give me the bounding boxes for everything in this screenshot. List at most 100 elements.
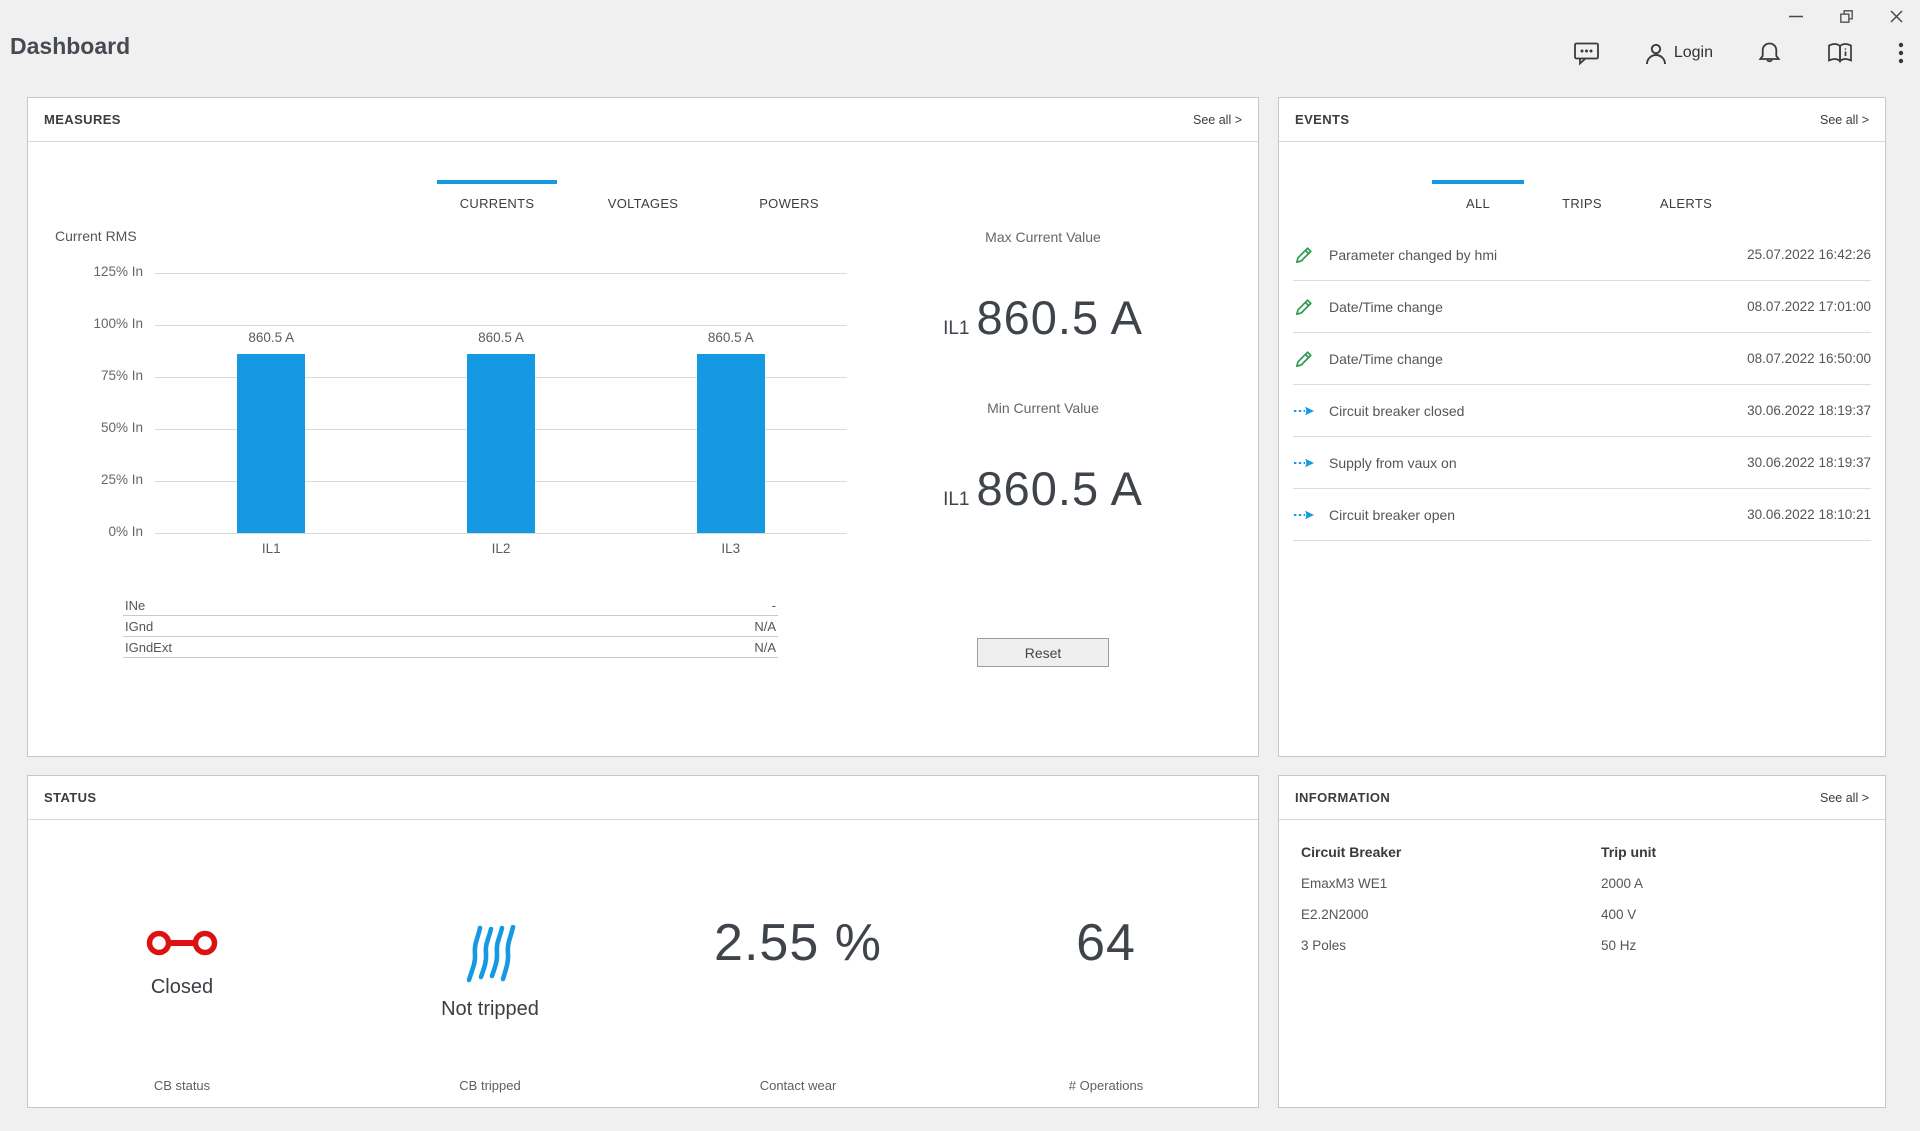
chat-bubble-icon[interactable] xyxy=(1573,40,1600,66)
information-panel: INFORMATION See all > Circuit Breaker Em… xyxy=(1278,775,1886,1108)
cb-status-label: CB status xyxy=(28,1078,336,1093)
window-controls xyxy=(1786,6,1906,26)
max-min-block: Max Current Value IL1 860.5 A Min Curren… xyxy=(848,98,1238,756)
action-icons: Login xyxy=(1573,40,1904,66)
chart-gridline xyxy=(155,273,847,274)
chart-bar-il3 xyxy=(697,354,765,533)
tab-powers[interactable]: POWERS xyxy=(729,180,849,211)
event-row[interactable]: Circuit breaker open 30.06.2022 18:10:21 xyxy=(1293,489,1871,541)
status-contact-wear: 2.55 % Contact wear xyxy=(644,820,952,1107)
row-label: IGndExt xyxy=(125,640,172,655)
status-body: Closed CB status Not tripped xyxy=(28,820,1258,1107)
reset-button[interactable]: Reset xyxy=(977,638,1109,667)
status-value-zone: Closed xyxy=(28,925,336,999)
measures-panel: MEASURES See all > CURRENTS VOLTAGES POW… xyxy=(27,97,1259,757)
chart-ytick-label: 0% In xyxy=(55,524,143,539)
minimize-icon[interactable] xyxy=(1786,6,1806,26)
dashed-arrow-icon xyxy=(1293,404,1319,418)
neutral-currents-table: INe - IGnd N/A IGndExt N/A xyxy=(123,595,778,658)
events-list: Parameter changed by hmi 25.07.2022 16:4… xyxy=(1293,229,1871,541)
min-phase: IL1 xyxy=(943,489,969,511)
kebab-menu-icon[interactable] xyxy=(1898,42,1904,64)
chart-category-label: IL2 xyxy=(436,541,566,556)
event-text: Circuit breaker closed xyxy=(1329,403,1464,419)
event-timestamp: 30.06.2022 18:19:37 xyxy=(1747,455,1871,470)
table-row: IGnd N/A xyxy=(123,616,778,637)
chart-gridline xyxy=(155,325,847,326)
information-see-all-link[interactable]: See all > xyxy=(1820,791,1869,805)
max-big-value: 860.5 A xyxy=(976,290,1142,345)
bell-icon[interactable] xyxy=(1757,40,1782,66)
event-row[interactable]: Supply from vaux on 30.06.2022 18:19:37 xyxy=(1293,437,1871,489)
event-row[interactable]: Parameter changed by hmi 25.07.2022 16:4… xyxy=(1293,229,1871,281)
event-text: Circuit breaker open xyxy=(1329,507,1455,523)
events-see-all-link[interactable]: See all > xyxy=(1820,113,1869,127)
chart-ytick-label: 100% In xyxy=(55,316,143,331)
event-timestamp: 30.06.2022 18:10:21 xyxy=(1747,507,1871,522)
min-big-value: 860.5 A xyxy=(976,461,1142,516)
table-row: IGndExt N/A xyxy=(123,637,778,658)
chart-ytick-label: 25% In xyxy=(55,472,143,487)
chart-bar-il2 xyxy=(467,354,535,533)
event-text: Date/Time change xyxy=(1329,299,1443,315)
restore-icon[interactable] xyxy=(1836,6,1856,26)
info-row: 400 V xyxy=(1601,907,1881,922)
chart-bar-value-label: 860.5 A xyxy=(436,330,566,345)
events-tabs: ALL TRIPS ALERTS xyxy=(1279,180,1885,211)
information-title: INFORMATION xyxy=(1295,790,1390,805)
events-title: EVENTS xyxy=(1295,112,1349,127)
close-icon[interactable] xyxy=(1886,6,1906,26)
info-row: EmaxM3 WE1 xyxy=(1301,876,1581,891)
event-row[interactable]: Date/Time change 08.07.2022 16:50:00 xyxy=(1293,333,1871,385)
login-button[interactable]: Login xyxy=(1644,41,1713,66)
info-row: 50 Hz xyxy=(1601,938,1881,953)
max-phase: IL1 xyxy=(943,318,969,340)
cb-status-value: Closed xyxy=(28,976,336,999)
info-row: 2000 A xyxy=(1601,876,1881,891)
operations-label: # Operations xyxy=(952,1078,1260,1093)
pencil-icon xyxy=(1293,297,1319,317)
event-timestamp: 30.06.2022 18:19:37 xyxy=(1747,403,1871,418)
pencil-icon xyxy=(1293,245,1319,265)
chart-gridline xyxy=(155,533,847,534)
event-text: Parameter changed by hmi xyxy=(1329,247,1497,263)
trip-unit-column: Trip unit 2000 A 400 V 50 Hz xyxy=(1601,844,1881,969)
row-value: N/A xyxy=(754,640,776,655)
tab-voltages[interactable]: VOLTAGES xyxy=(583,180,703,211)
event-row[interactable]: Date/Time change 08.07.2022 17:01:00 xyxy=(1293,281,1871,333)
tab-all[interactable]: ALL xyxy=(1432,180,1524,211)
column-header: Trip unit xyxy=(1601,844,1881,860)
event-text: Supply from vaux on xyxy=(1329,455,1457,471)
tab-trips[interactable]: TRIPS xyxy=(1536,180,1628,211)
event-row[interactable]: Circuit breaker closed 30.06.2022 18:19:… xyxy=(1293,385,1871,437)
cb-tripped-label: CB tripped xyxy=(336,1078,644,1093)
chart-ytick-label: 125% In xyxy=(55,264,143,279)
dashed-arrow-icon xyxy=(1293,456,1319,470)
closed-breaker-icon xyxy=(145,925,219,961)
chart-ytick-label: 75% In xyxy=(55,368,143,383)
tab-currents[interactable]: CURRENTS xyxy=(437,180,557,211)
column-header: Circuit Breaker xyxy=(1301,844,1581,860)
status-value-zone: Not tripped xyxy=(336,925,644,1021)
chart-bar-il1 xyxy=(237,354,305,533)
book-info-icon[interactable] xyxy=(1826,41,1854,65)
event-timestamp: 25.07.2022 16:42:26 xyxy=(1747,247,1871,262)
tab-alerts[interactable]: ALERTS xyxy=(1640,180,1732,211)
operations-value: 64 xyxy=(952,913,1260,973)
circuit-breaker-column: Circuit Breaker EmaxM3 WE1 E2.2N2000 3 P… xyxy=(1301,844,1581,969)
chart-ytick-label: 50% In xyxy=(55,420,143,435)
page-title: Dashboard xyxy=(10,33,130,60)
max-current-label: Max Current Value xyxy=(848,229,1238,245)
row-value: - xyxy=(772,598,776,613)
bar-chart-plot: 0% In25% In50% In75% In100% In125% In860… xyxy=(155,273,847,533)
status-panel: STATUS Closed CB status xyxy=(27,775,1259,1108)
not-tripped-icon xyxy=(463,925,517,983)
information-header: INFORMATION See all > xyxy=(1279,776,1885,820)
row-label: INe xyxy=(125,598,145,613)
min-current-value: IL1 860.5 A xyxy=(848,461,1238,516)
min-current-label: Min Current Value xyxy=(848,400,1238,416)
status-operations: 64 # Operations xyxy=(952,820,1260,1107)
row-label: IGnd xyxy=(125,619,153,634)
status-title: STATUS xyxy=(44,790,96,805)
event-text: Date/Time change xyxy=(1329,351,1443,367)
